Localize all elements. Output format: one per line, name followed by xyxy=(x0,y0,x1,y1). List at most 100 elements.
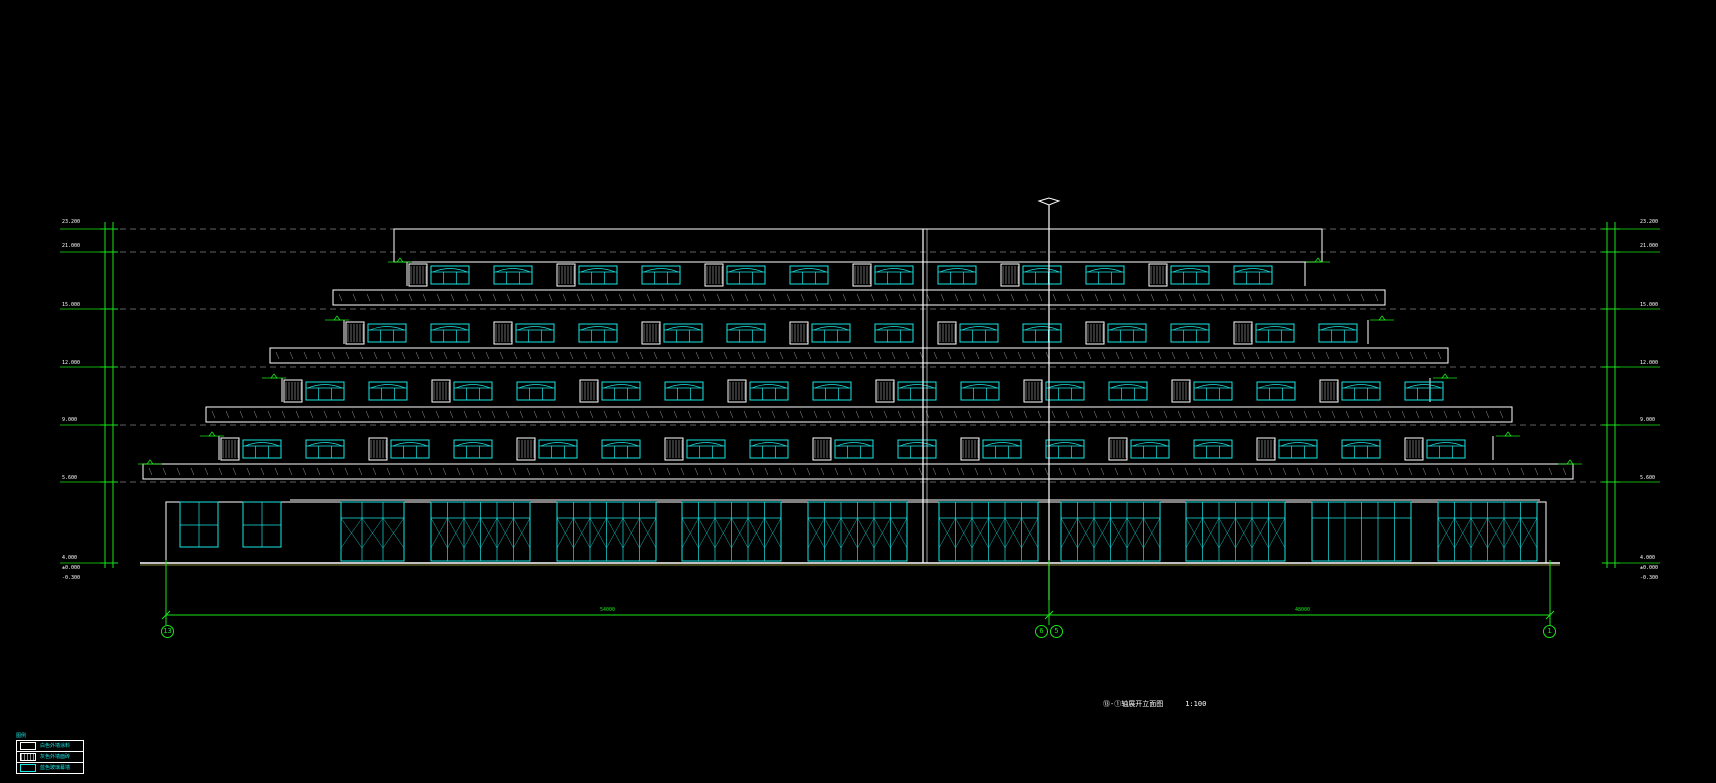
slab-hatch xyxy=(505,410,510,419)
slab-hatch xyxy=(1234,293,1239,302)
slab-hatch xyxy=(547,410,552,419)
pilaster xyxy=(579,379,599,403)
window-arch xyxy=(728,326,764,331)
terrace-slab xyxy=(142,463,1574,480)
slab-hatch xyxy=(387,351,392,360)
slab-hatch xyxy=(394,293,399,302)
slab-hatch xyxy=(751,351,756,360)
window-arch xyxy=(603,442,639,447)
slab-hatch xyxy=(1562,467,1567,476)
slab-hatch xyxy=(1254,467,1259,476)
slab-hatch xyxy=(695,351,700,360)
window-arch xyxy=(962,384,998,389)
slab-hatch xyxy=(323,410,328,419)
pilaster xyxy=(556,263,576,287)
roof-parapet xyxy=(393,228,1323,263)
slab-hatch xyxy=(709,351,714,360)
slab-hatch xyxy=(1409,351,1414,360)
window-arch xyxy=(495,268,531,273)
slab-hatch xyxy=(939,410,944,419)
slab-hatch xyxy=(828,293,833,302)
legend-row: 白色外墙涂料 xyxy=(17,741,83,752)
slab-hatch xyxy=(772,293,777,302)
slab-hatch xyxy=(967,410,972,419)
slab-hatch xyxy=(870,293,875,302)
slab-hatch xyxy=(260,467,265,476)
legend-row: 蓝色玻璃幕墙 xyxy=(17,763,83,773)
slab-hatch xyxy=(478,293,483,302)
slab-hatch xyxy=(1003,351,1008,360)
slab-hatch xyxy=(1478,467,1483,476)
slab-hatch xyxy=(1241,351,1246,360)
slab-hatch xyxy=(1122,293,1127,302)
slab-hatch xyxy=(491,410,496,419)
slab-hatch xyxy=(1353,351,1358,360)
slab-hatch xyxy=(652,467,657,476)
level-flag-triangle xyxy=(1566,459,1574,465)
window-arch xyxy=(1195,442,1231,447)
slab-hatch xyxy=(1184,467,1189,476)
axis-bubble-center-b: 5 xyxy=(1050,625,1063,638)
slab-hatch xyxy=(890,467,895,476)
slab-hatch xyxy=(442,467,447,476)
slab-hatch xyxy=(674,293,679,302)
pilaster xyxy=(431,379,451,403)
slab-hatch xyxy=(463,410,468,419)
window-arch xyxy=(455,384,491,389)
elevation-drawing xyxy=(60,197,1660,625)
slab-hatch xyxy=(401,351,406,360)
window-arch xyxy=(643,268,679,273)
slab-hatch xyxy=(1381,351,1386,360)
slab-hatch xyxy=(624,467,629,476)
slab-hatch xyxy=(1331,410,1336,419)
slab-hatch xyxy=(1016,467,1021,476)
slab-hatch xyxy=(1380,467,1385,476)
level-flag-triangle xyxy=(333,315,341,321)
slab-hatch xyxy=(1255,351,1260,360)
elevation-label: 5.600 xyxy=(62,475,78,481)
slab-hatch xyxy=(821,351,826,360)
slab-hatch xyxy=(1227,351,1232,360)
level-flag-triangle xyxy=(1314,257,1322,263)
slab-hatch xyxy=(457,351,462,360)
slab-hatch xyxy=(995,410,1000,419)
slab-hatch xyxy=(891,351,896,360)
slab-hatch xyxy=(337,410,342,419)
slab-hatch xyxy=(477,410,482,419)
slab-hatch xyxy=(365,410,370,419)
slab-hatch xyxy=(148,467,153,476)
slab-hatch xyxy=(981,410,986,419)
dim-left-span: 54000 xyxy=(600,607,616,613)
slab-hatch xyxy=(1297,351,1302,360)
slab-hatch xyxy=(1443,410,1448,419)
slab-hatch xyxy=(603,410,608,419)
slab-hatch xyxy=(610,467,615,476)
slab-hatch xyxy=(631,410,636,419)
slab-hatch xyxy=(253,410,258,419)
slab-hatch xyxy=(1296,467,1301,476)
slab-hatch xyxy=(1492,467,1497,476)
window-arch xyxy=(1172,326,1208,331)
window-arch xyxy=(1257,326,1293,331)
slab-hatch xyxy=(639,351,644,360)
slab-hatch xyxy=(765,351,770,360)
slab-hatch xyxy=(673,410,678,419)
slab-hatch xyxy=(1324,467,1329,476)
pilaster xyxy=(408,263,428,287)
elevation-label: 4.000 xyxy=(62,555,78,561)
slab-hatch xyxy=(856,293,861,302)
slab-hatch xyxy=(827,410,832,419)
elevation-label: 15.000 xyxy=(1640,302,1659,308)
slab-hatch xyxy=(1332,293,1337,302)
pilaster xyxy=(1000,263,1020,287)
slab-hatch xyxy=(911,410,916,419)
slab-hatch xyxy=(1360,293,1365,302)
window-arch xyxy=(728,268,764,273)
slab-hatch xyxy=(302,467,307,476)
slab-hatch xyxy=(1366,467,1371,476)
window-arch xyxy=(540,442,576,447)
slab-hatch xyxy=(379,410,384,419)
slab-hatch xyxy=(863,351,868,360)
slab-hatch xyxy=(506,293,511,302)
slab-hatch xyxy=(239,410,244,419)
